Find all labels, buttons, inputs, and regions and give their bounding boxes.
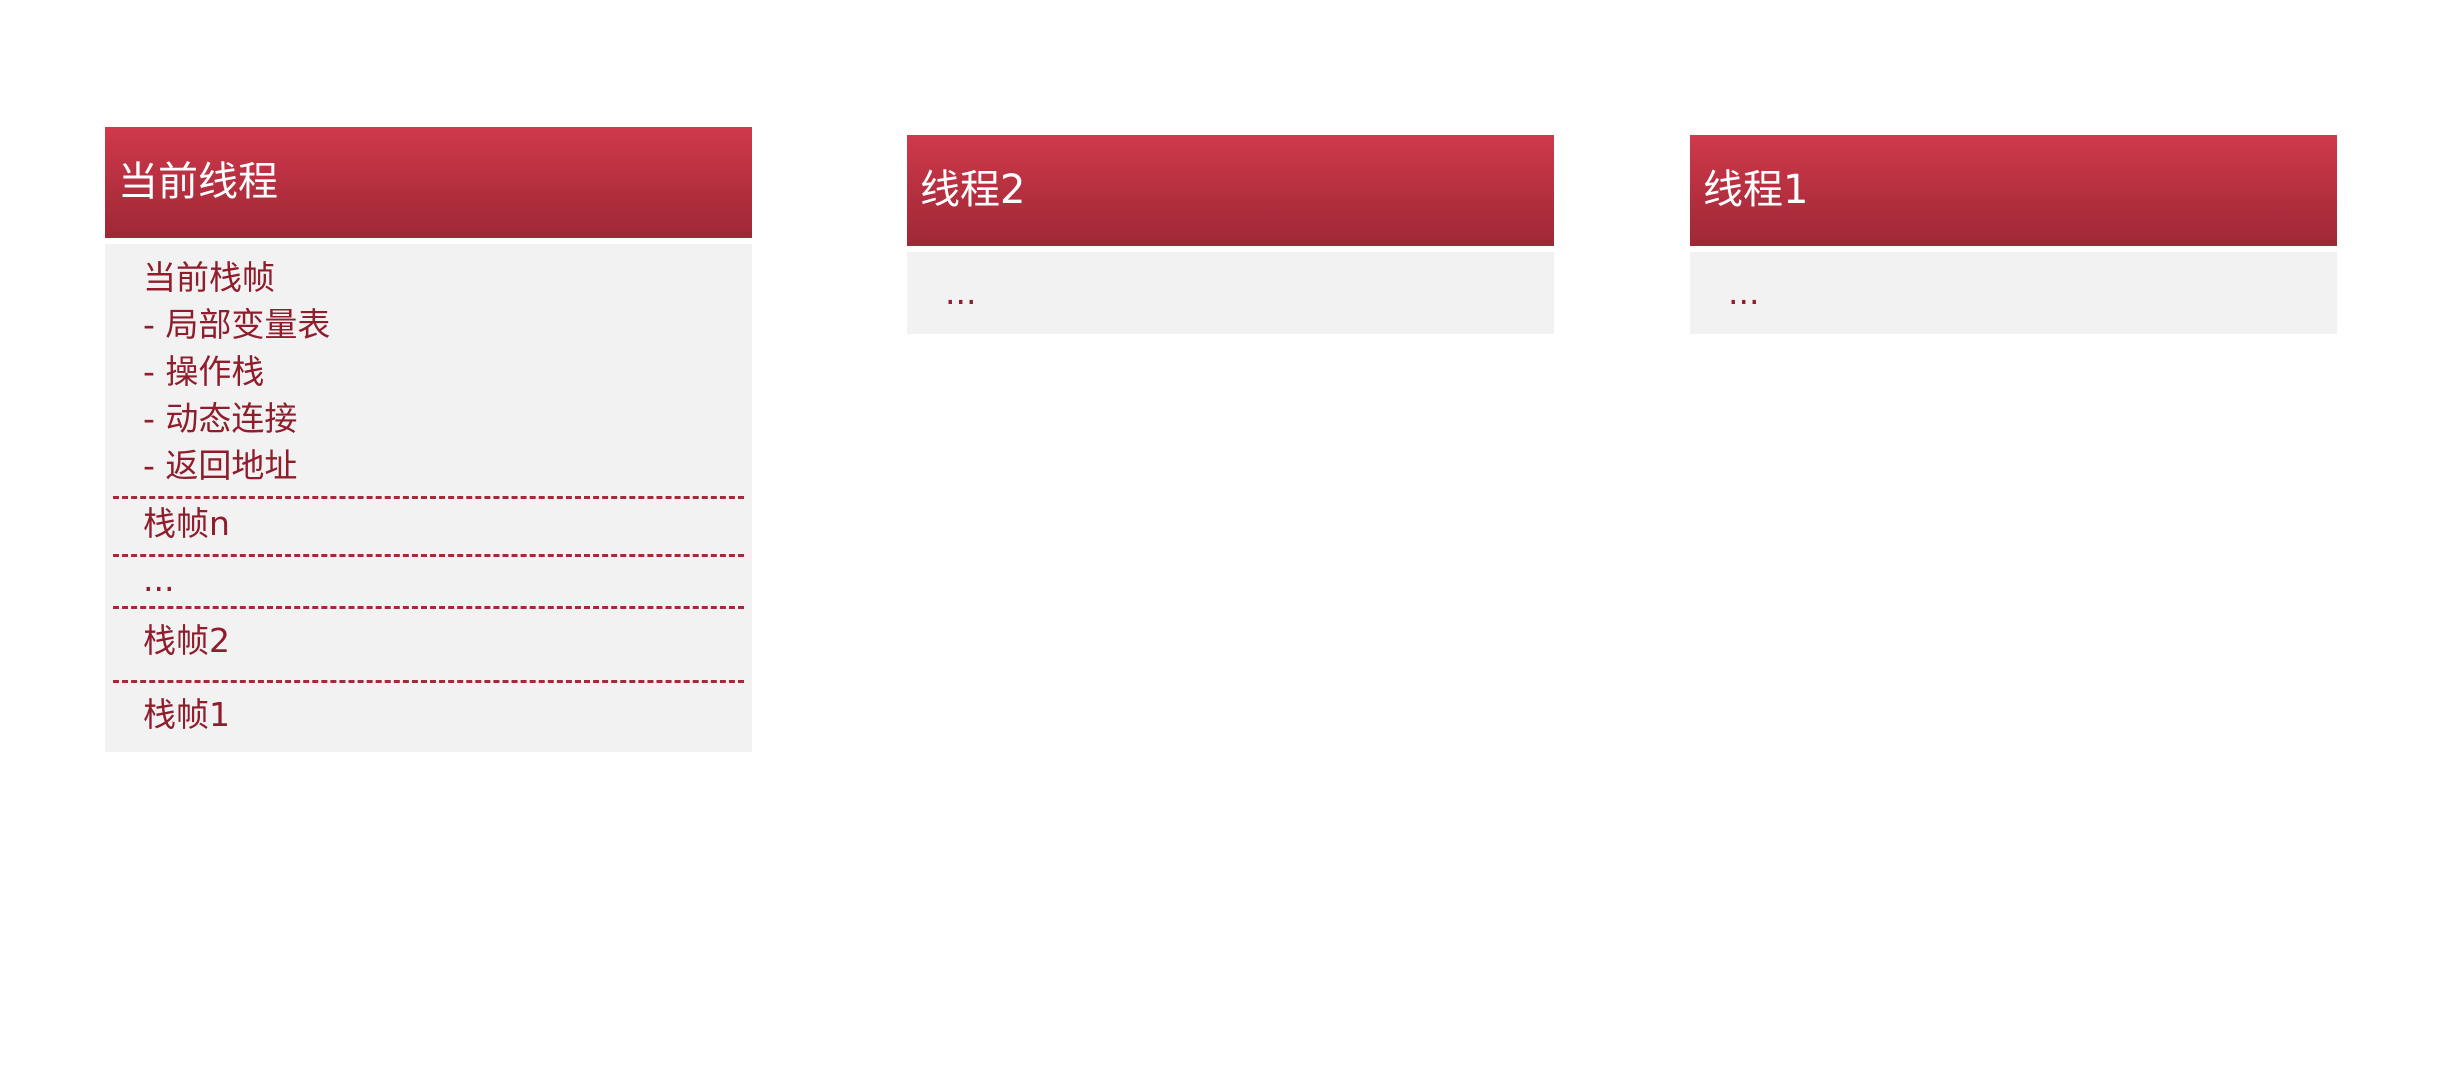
frame-divider xyxy=(113,680,744,683)
frame-divider xyxy=(113,496,744,499)
dynamic-linking-item: - 动态连接 xyxy=(143,399,298,438)
current-frame-block: 当前栈帧 - 局部变量表 - 操作栈 - 动态连接 - 返回地址 xyxy=(105,254,752,489)
frame-2-block: 栈帧2 xyxy=(105,617,752,664)
frame-n-block: 栈帧n xyxy=(105,500,752,547)
frame-1-label: 栈帧1 xyxy=(143,695,230,734)
frame-divider xyxy=(113,606,744,609)
operand-stack-item: - 操作栈 xyxy=(143,352,265,391)
thread-2-title: 线程2 xyxy=(907,135,1554,246)
thread-2-body: ... xyxy=(907,252,1554,334)
thread-1-body: ... xyxy=(1690,252,2337,334)
current-thread-stack: 当前栈帧 - 局部变量表 - 操作栈 - 动态连接 - 返回地址 栈帧n ...… xyxy=(105,244,752,752)
frame-ellipsis-block: ... xyxy=(105,556,752,603)
thread-2-panel: 线程2 ... xyxy=(907,135,1554,334)
frame-2-label: 栈帧2 xyxy=(143,621,230,660)
jvm-stack-diagram: 当前线程 当前栈帧 - 局部变量表 - 操作栈 - 动态连接 - 返回地址 栈帧… xyxy=(0,0,2464,1066)
thread-1-panel: 线程1 ... xyxy=(1690,135,2337,334)
return-address-item: - 返回地址 xyxy=(143,446,298,485)
frame-ellipsis-label: ... xyxy=(143,560,175,599)
frame-n-label: 栈帧n xyxy=(143,504,230,543)
current-thread-title: 当前线程 xyxy=(105,127,752,238)
current-frame-label: 当前栈帧 xyxy=(143,258,275,297)
local-variable-table-item: - 局部变量表 xyxy=(143,305,331,344)
frame-1-block: 栈帧1 xyxy=(105,691,752,738)
thread-1-title: 线程1 xyxy=(1690,135,2337,246)
current-thread-panel: 当前线程 当前栈帧 - 局部变量表 - 操作栈 - 动态连接 - 返回地址 栈帧… xyxy=(105,127,752,752)
